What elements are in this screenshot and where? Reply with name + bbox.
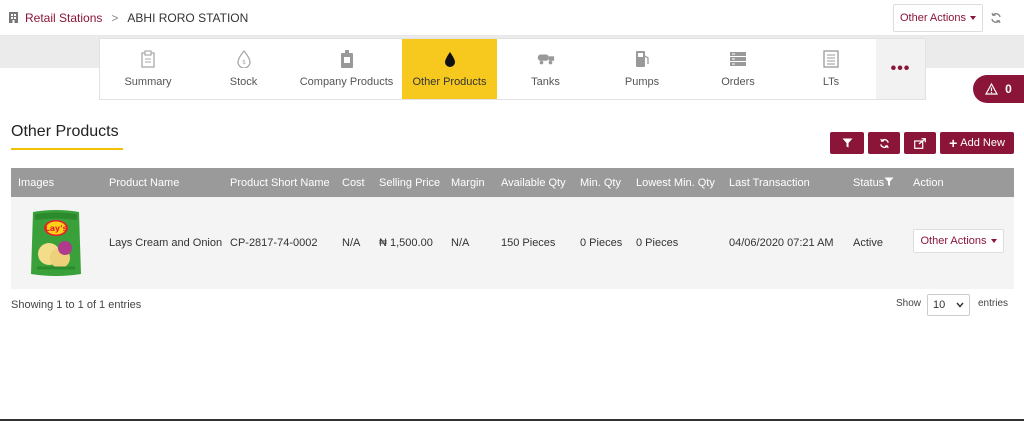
title-underline bbox=[11, 148, 123, 150]
tab-more[interactable]: ••• bbox=[876, 39, 925, 99]
product-name: Lays Cream and Onion bbox=[109, 237, 223, 249]
tab-bar: Summary $ Stock Company Products Other P… bbox=[99, 38, 926, 100]
row-other-actions-button[interactable]: Other Actions bbox=[913, 229, 1004, 253]
tanker-icon bbox=[537, 50, 555, 68]
tab-orders[interactable]: Orders bbox=[690, 39, 786, 99]
min-qty: 0 Pieces bbox=[580, 237, 623, 249]
refresh-button[interactable] bbox=[868, 132, 900, 154]
oil-drop-icon bbox=[441, 50, 459, 68]
tab-label: Other Products bbox=[412, 76, 487, 88]
table-header: Images Product Name Product Short Name C… bbox=[11, 168, 1014, 197]
column-header[interactable]: Status bbox=[853, 177, 884, 189]
caret-down-icon bbox=[990, 239, 997, 243]
products-table: Images Product Name Product Short Name C… bbox=[11, 168, 1014, 289]
entries-label: entries bbox=[978, 298, 1009, 309]
column-header[interactable]: Product Name bbox=[109, 177, 179, 189]
refresh-icon[interactable] bbox=[986, 8, 1006, 28]
export-button[interactable] bbox=[904, 132, 936, 154]
tab-lts[interactable]: LTs bbox=[786, 39, 876, 99]
filter-button[interactable] bbox=[830, 132, 864, 154]
drop-outline-icon: $ bbox=[235, 50, 253, 68]
alert-count: 0 bbox=[1005, 82, 1012, 96]
available-qty: 150 Pieces bbox=[501, 237, 556, 249]
refresh-icon bbox=[879, 138, 889, 148]
tab-stock[interactable]: $ Stock bbox=[196, 39, 291, 99]
lowest-min-qty: 0 Pieces bbox=[636, 237, 679, 249]
clipboard-icon bbox=[139, 50, 157, 68]
other-actions-label: Other Actions bbox=[899, 12, 967, 24]
selling-price: ₦ 1,500.00 bbox=[379, 237, 433, 249]
row-other-actions-label: Other Actions bbox=[920, 235, 987, 247]
page-title: Other Products bbox=[11, 123, 119, 140]
column-header[interactable]: Cost bbox=[342, 177, 365, 189]
column-header[interactable]: Min. Qty bbox=[580, 177, 621, 189]
status-badge: Active bbox=[853, 237, 883, 249]
plus-icon: + bbox=[949, 135, 958, 151]
tab-other-products[interactable]: Other Products bbox=[402, 39, 497, 99]
alert-button[interactable]: 0 bbox=[973, 75, 1024, 103]
column-header[interactable]: Selling Price bbox=[379, 177, 440, 189]
show-label: Show bbox=[896, 298, 922, 309]
tab-label: Tanks bbox=[531, 76, 560, 88]
other-actions-button[interactable]: Other Actions bbox=[893, 4, 983, 32]
svg-text:$: $ bbox=[242, 59, 246, 66]
chevron-down-icon bbox=[956, 302, 964, 308]
cost: N/A bbox=[342, 237, 361, 249]
page-size-select[interactable]: 10 bbox=[927, 294, 970, 316]
filter-icon bbox=[842, 138, 852, 148]
column-header[interactable]: Lowest Min. Qty bbox=[636, 177, 715, 189]
column-header[interactable]: Available Qty bbox=[501, 177, 566, 189]
tab-label: Company Products bbox=[299, 76, 394, 88]
breadcrumb-separator: > bbox=[111, 10, 119, 25]
column-header[interactable]: Last Transaction bbox=[729, 177, 810, 189]
breadcrumb: Retail Stations > ABHI RORO STATION bbox=[9, 11, 248, 25]
column-header: Images bbox=[18, 177, 55, 189]
add-new-button[interactable]: + Add New bbox=[940, 132, 1014, 154]
tab-label: Orders bbox=[721, 76, 755, 88]
jerrycan-icon bbox=[338, 50, 356, 68]
caret-down-icon bbox=[970, 16, 977, 20]
list-document-icon bbox=[822, 50, 840, 68]
more-dots-icon: ••• bbox=[890, 60, 911, 77]
pagination-info: Showing 1 to 1 of 1 entries bbox=[11, 299, 142, 311]
product-short-name: CP-2817-74-0002 bbox=[230, 237, 318, 249]
last-transaction: 04/06/2020 07:21 AM bbox=[729, 237, 834, 249]
column-header[interactable]: Product Short Name bbox=[230, 177, 330, 189]
status-filter-icon[interactable] bbox=[884, 177, 894, 187]
breadcrumb-retail-stations[interactable]: Retail Stations bbox=[25, 11, 102, 25]
tab-tanks[interactable]: Tanks bbox=[497, 39, 594, 99]
tab-label: LTs bbox=[822, 76, 840, 88]
fuel-pump-icon bbox=[633, 50, 651, 68]
breadcrumb-current: ABHI RORO STATION bbox=[127, 10, 249, 25]
column-header: Action bbox=[913, 177, 944, 189]
add-new-label: Add New bbox=[960, 137, 1005, 149]
table-row: Lay's Lays Cream and Onion CP-2817-74-00… bbox=[11, 197, 1014, 289]
column-header[interactable]: Margin bbox=[451, 177, 485, 189]
svg-text:Lay's: Lay's bbox=[45, 224, 68, 233]
product-image: Lay's bbox=[31, 210, 81, 276]
tab-label: Summary bbox=[124, 76, 172, 88]
tab-company-products[interactable]: Company Products bbox=[291, 39, 402, 99]
page-size-value: 10 bbox=[933, 299, 946, 311]
warning-icon bbox=[985, 83, 999, 95]
tab-label: Stock bbox=[229, 76, 258, 88]
share-icon bbox=[914, 137, 926, 149]
tab-pumps[interactable]: Pumps bbox=[594, 39, 690, 99]
server-icon bbox=[729, 50, 747, 68]
margin: N/A bbox=[451, 237, 470, 249]
tab-summary[interactable]: Summary bbox=[100, 39, 196, 99]
building-icon bbox=[9, 12, 18, 23]
top-bar: Retail Stations > ABHI RORO STATION Othe… bbox=[0, 0, 1024, 36]
tab-label: Pumps bbox=[624, 76, 660, 88]
